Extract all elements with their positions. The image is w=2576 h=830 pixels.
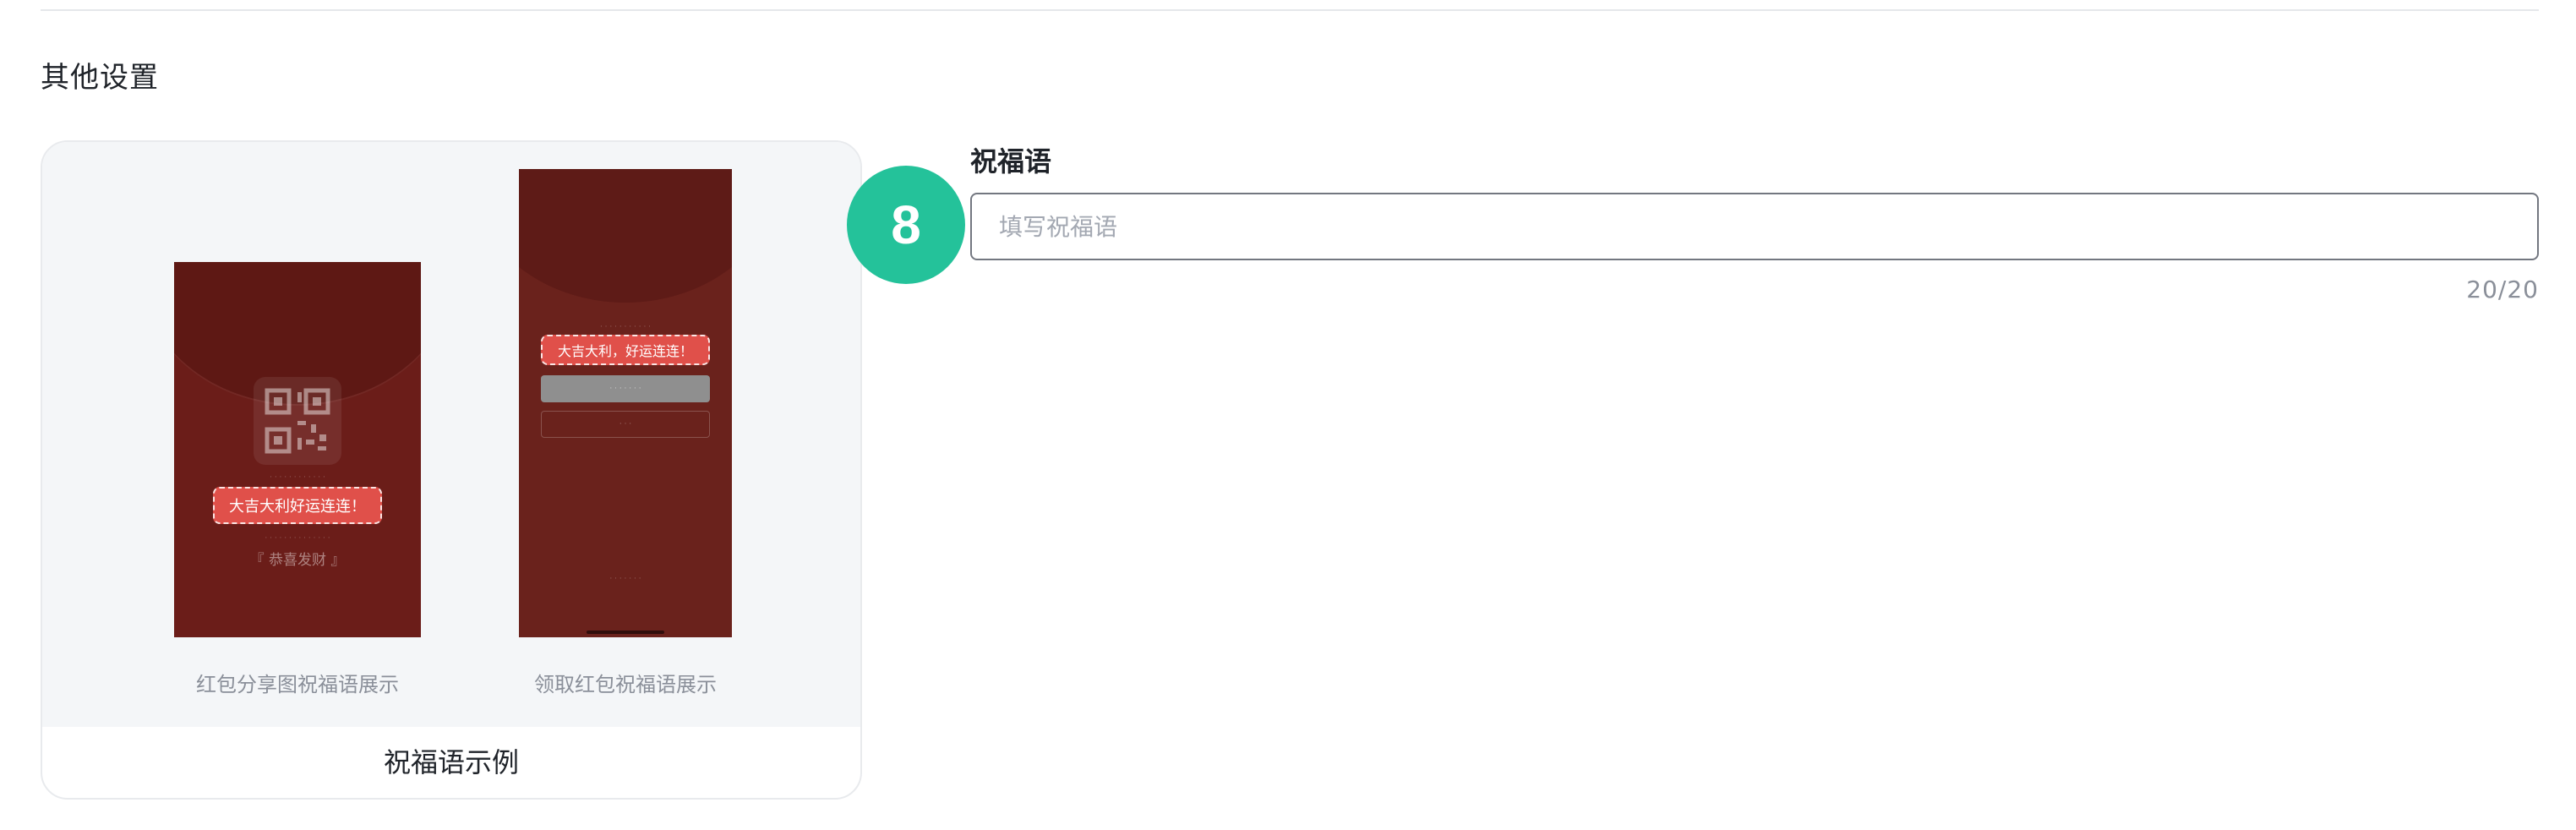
receive-page-caption: 领取红包祝福语展示 bbox=[534, 673, 717, 696]
receive-page-preview: · · · · · · · · · · · 大吉大利，好运连连！ · · · ·… bbox=[519, 169, 732, 637]
receive-hint-text: · · · · · · · · · · · bbox=[599, 323, 652, 331]
qr-code-icon bbox=[254, 377, 341, 465]
preview-area: · · · · · · · · · · · · 大吉大利好运连连！ · · · … bbox=[42, 142, 860, 727]
preview-card-footer: 祝福语示例 bbox=[383, 746, 519, 778]
share-hint-text: · · · · · · · · · · · · bbox=[270, 473, 325, 482]
share-image-caption: 红包分享图祝福语展示 bbox=[196, 673, 399, 696]
step-number-badge: 8 bbox=[847, 166, 965, 284]
share-image-preview: · · · · · · · · · · · · 大吉大利好运连连！ · · · … bbox=[174, 262, 421, 637]
section-title: 其他设置 bbox=[41, 61, 159, 95]
blessing-preview-card: · · · · · · · · · · · · 大吉大利好运连连！ · · · … bbox=[41, 140, 862, 800]
receive-input-mock: · · · · · · · bbox=[541, 375, 710, 402]
envelope-flap bbox=[519, 169, 732, 303]
home-indicator bbox=[587, 631, 664, 634]
share-signature: 『 恭喜发财 』 bbox=[249, 552, 346, 569]
receive-button-mock: · · · bbox=[541, 411, 710, 438]
section-divider bbox=[41, 9, 2539, 11]
character-counter: 20/20 bbox=[2466, 276, 2539, 303]
share-blessing-banner: 大吉大利好运连连！ bbox=[213, 487, 382, 524]
blessing-field-label: 祝福语 bbox=[970, 145, 1052, 177]
blessing-input[interactable] bbox=[970, 193, 2539, 260]
receive-footer-text: · · · · · · · bbox=[609, 575, 641, 583]
receive-blessing-banner: 大吉大利，好运连连！ bbox=[541, 335, 710, 365]
share-subhint-text: · · · · · · · · · · · · · · bbox=[265, 534, 330, 543]
